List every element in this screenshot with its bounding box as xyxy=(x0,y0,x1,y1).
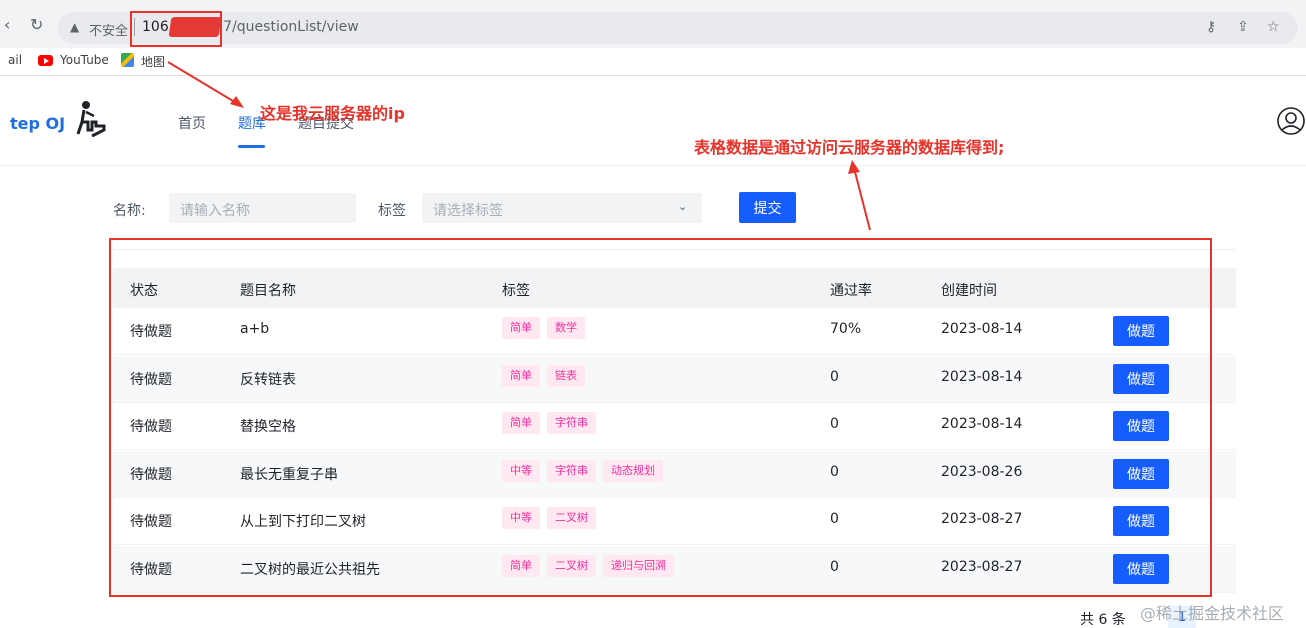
tag-badge: 中等 xyxy=(502,460,540,482)
status-cell: 待做题 xyxy=(130,467,172,483)
redaction-mark xyxy=(168,17,222,37)
chevron-down-icon[interactable]: ⌄ xyxy=(678,200,687,213)
brand-title[interactable]: tep OJ xyxy=(10,114,65,133)
youtube-icon xyxy=(38,55,53,66)
col-name: 题目名称 xyxy=(240,283,296,299)
back-icon[interactable]: ‹ xyxy=(4,15,10,34)
do-question-button[interactable]: 做题 xyxy=(1113,554,1169,584)
user-avatar-icon[interactable] xyxy=(1276,106,1306,136)
table-arrow-line xyxy=(853,167,871,231)
menu-home[interactable]: 首页 xyxy=(178,113,206,133)
do-question-button[interactable]: 做题 xyxy=(1113,506,1169,536)
tag-badge: 二叉树 xyxy=(547,555,596,577)
bookmark-maps[interactable]: 地图 xyxy=(141,53,165,70)
col-pass-rate: 通过率 xyxy=(830,283,872,299)
created-date-cell: 2023-08-26 xyxy=(941,464,1023,480)
tag-badge: 递归与回溯 xyxy=(603,555,674,577)
do-question-button[interactable]: 做题 xyxy=(1113,364,1169,394)
created-date-cell: 2023-08-27 xyxy=(941,511,1023,527)
tag-badge: 字符串 xyxy=(547,412,596,434)
tag-placeholder: 请选择标签 xyxy=(433,203,503,219)
bookmark-gmail[interactable]: ail xyxy=(8,53,22,67)
status-cell: 待做题 xyxy=(130,419,172,435)
question-name-cell: 从上到下打印二叉树 xyxy=(240,514,366,530)
tag-badge: 数学 xyxy=(547,317,585,339)
tag-badge: 链表 xyxy=(547,365,585,387)
tag-badge: 简单 xyxy=(502,412,540,434)
tag-badge: 简单 xyxy=(502,317,540,339)
col-status: 状态 xyxy=(130,283,158,299)
tag-badge: 二叉树 xyxy=(547,507,596,529)
total-count: 共 6 条 xyxy=(1080,612,1126,628)
tag-badge: 字符串 xyxy=(547,460,596,482)
do-question-button[interactable]: 做题 xyxy=(1113,459,1169,489)
table-row xyxy=(113,308,1236,355)
tag-label: 标签 xyxy=(378,203,406,219)
question-name-cell: 最长无重复子串 xyxy=(240,467,338,483)
created-date-cell: 2023-08-14 xyxy=(941,416,1023,432)
url-path: 7/questionList/view xyxy=(223,19,359,35)
question-name-cell: a+b xyxy=(240,321,270,337)
pass-rate-cell: 0 xyxy=(830,464,839,480)
tag-badge: 动态规划 xyxy=(603,460,663,482)
watermark: @稀土掘金技术社区 xyxy=(1140,604,1285,623)
do-question-button[interactable]: 做题 xyxy=(1113,316,1169,346)
created-date-cell: 2023-08-14 xyxy=(941,369,1023,385)
submit-button[interactable]: 提交 xyxy=(739,192,796,223)
do-question-button[interactable]: 做题 xyxy=(1113,411,1169,441)
status-cell: 待做题 xyxy=(130,562,172,578)
climbing-person-icon xyxy=(76,101,106,138)
table-divider xyxy=(113,249,1236,250)
name-placeholder: 请输入名称 xyxy=(180,203,250,219)
tag-badge: 中等 xyxy=(502,507,540,529)
tag-badge: 简单 xyxy=(502,365,540,387)
pass-rate-cell: 70% xyxy=(830,321,862,337)
bookmark-youtube[interactable]: YouTube xyxy=(60,53,109,67)
status-cell: 待做题 xyxy=(130,324,172,340)
key-icon[interactable]: ⚷ xyxy=(1206,19,1216,35)
created-date-cell: 2023-08-27 xyxy=(941,559,1023,575)
bookmarks-bar xyxy=(0,48,1306,76)
pass-rate-cell: 0 xyxy=(830,369,839,385)
col-created: 创建时间 xyxy=(941,283,997,299)
question-name-cell: 替换空格 xyxy=(240,419,296,435)
question-name-cell: 反转链表 xyxy=(240,372,296,388)
star-icon[interactable]: ☆ xyxy=(1267,19,1280,35)
maps-icon xyxy=(121,53,134,67)
tag-badge: 简单 xyxy=(502,555,540,577)
status-cell: 待做题 xyxy=(130,372,172,388)
address-separator xyxy=(134,18,135,36)
warning-icon[interactable]: ▲ xyxy=(70,20,79,34)
active-menu-indicator xyxy=(238,145,265,148)
pass-rate-cell: 0 xyxy=(830,511,839,527)
status-cell: 待做题 xyxy=(130,514,172,530)
ip-annotation: 这是我云服务器的ip xyxy=(260,104,405,123)
insecure-label[interactable]: 不安全 xyxy=(89,20,128,39)
reload-icon[interactable]: ↻ xyxy=(30,15,43,34)
pass-rate-cell: 0 xyxy=(830,416,839,432)
pass-rate-cell: 0 xyxy=(830,559,839,575)
share-icon[interactable]: ⇪ xyxy=(1237,19,1249,35)
name-label: 名称: xyxy=(113,203,146,219)
question-name-cell: 二叉树的最近公共祖先 xyxy=(240,562,380,578)
table-annotation: 表格数据是通过访问云服务器的数据库得到; xyxy=(694,138,1005,157)
created-date-cell: 2023-08-14 xyxy=(941,321,1023,337)
col-tags: 标签 xyxy=(502,283,530,299)
